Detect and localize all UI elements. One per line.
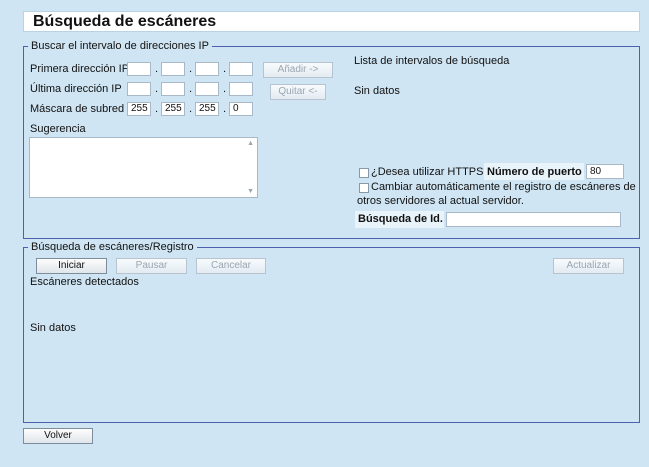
first-ip-dot: . [155, 63, 159, 75]
first-ip-label: Primera dirección IP [30, 63, 130, 75]
mask-octet-4[interactable]: 0 [229, 102, 253, 116]
title-bar: Búsqueda de escáneres [23, 11, 640, 32]
last-ip-octet-3[interactable] [195, 82, 219, 96]
https-checkbox[interactable] [359, 168, 369, 178]
back-button[interactable]: Volver [23, 428, 93, 444]
first-ip-dot: . [223, 63, 227, 75]
first-ip-octet-4[interactable] [229, 62, 253, 76]
scroll-down-icon[interactable]: ▼ [247, 188, 254, 195]
mask-octet-2[interactable]: 255 [161, 102, 185, 116]
ip-range-legend: Buscar el intervalo de direcciones IP [28, 40, 212, 52]
start-button[interactable]: Iniciar [36, 258, 107, 274]
range-list-label: Lista de intervalos de búsqueda [354, 55, 510, 67]
id-search-label: Búsqueda de Id. [358, 213, 443, 225]
auto-change-checkbox[interactable] [359, 183, 369, 193]
mask-dot: . [223, 103, 227, 115]
range-list-empty: Sin datos [354, 85, 400, 97]
scroll-up-icon[interactable]: ▲ [247, 140, 254, 147]
page-title: Búsqueda de escáneres [33, 13, 217, 30]
mask-octet-1[interactable]: 255 [127, 102, 151, 116]
mask-octet-3[interactable]: 255 [195, 102, 219, 116]
cancel-button[interactable]: Cancelar [196, 258, 266, 274]
https-label: ¿Desea utilizar HTTPS? [371, 166, 490, 178]
last-ip-octet-1[interactable] [127, 82, 151, 96]
last-ip-dot: . [189, 83, 193, 95]
first-ip-octet-3[interactable] [195, 62, 219, 76]
last-ip-dot: . [155, 83, 159, 95]
update-button[interactable]: Actualizar [553, 258, 624, 274]
remove-range-button[interactable]: Quitar <- [270, 84, 326, 100]
id-search-input[interactable] [446, 212, 621, 227]
hint-label: Sugerencia [30, 123, 86, 135]
port-input[interactable]: 80 [586, 164, 624, 179]
first-ip-octet-2[interactable] [161, 62, 185, 76]
port-label: Número de puerto [487, 166, 582, 178]
hint-textarea[interactable]: ▲ ▼ [29, 137, 258, 198]
last-ip-dot: . [223, 83, 227, 95]
pause-button[interactable]: Pausar [116, 258, 187, 274]
scan-group-legend: Búsqueda de escáneres/Registro [28, 241, 197, 253]
mask-dot: . [189, 103, 193, 115]
add-range-button[interactable]: Añadir -> [263, 62, 333, 78]
auto-change-label-line1: Cambiar automáticamente el registro de e… [371, 181, 636, 193]
mask-label: Máscara de subred [30, 103, 125, 115]
first-ip-octet-1[interactable] [127, 62, 151, 76]
mask-dot: . [155, 103, 159, 115]
scan-empty-text: Sin datos [30, 322, 76, 334]
last-ip-label: Última dirección IP [30, 83, 122, 95]
auto-change-label-line2: otros servidores al actual servidor. [357, 195, 524, 207]
last-ip-octet-4[interactable] [229, 82, 253, 96]
first-ip-dot: . [189, 63, 193, 75]
last-ip-octet-2[interactable] [161, 82, 185, 96]
detected-label: Escáneres detectados [30, 276, 139, 288]
